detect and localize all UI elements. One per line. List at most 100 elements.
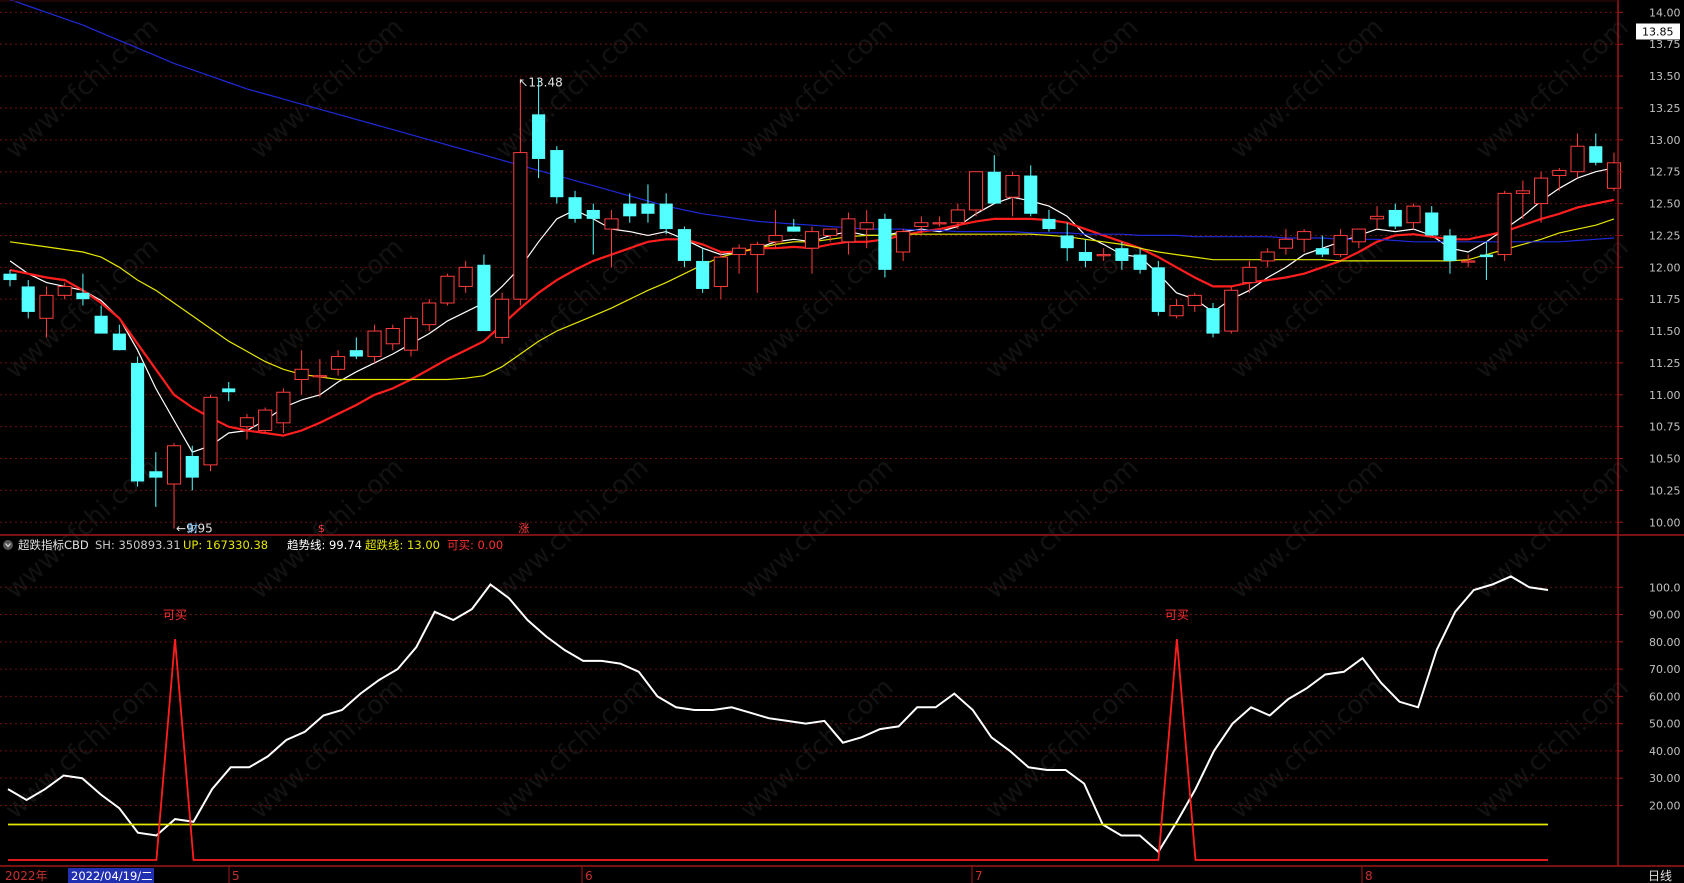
candle-body-up xyxy=(331,356,346,370)
candle-body-up xyxy=(950,209,965,224)
stock-chart[interactable]: www.cfchi.com www.cfchi.com www.cfchi.com w… xyxy=(0,0,1684,883)
candlestick[interactable] xyxy=(568,190,582,223)
watermark-text: www.cfchi.com xyxy=(1470,12,1635,165)
candle-body-down xyxy=(878,218,892,270)
candlestick[interactable] xyxy=(1552,167,1567,191)
candlestick[interactable] xyxy=(3,269,17,287)
candle-body-up xyxy=(1552,169,1567,177)
month-label: 5 xyxy=(232,869,240,883)
candlestick[interactable] xyxy=(1589,133,1603,166)
candlestick[interactable] xyxy=(458,260,473,293)
watermark-text: www.cfchi.com xyxy=(0,12,165,165)
candlestick[interactable] xyxy=(276,388,291,434)
candlestick[interactable] xyxy=(768,209,783,249)
candle-body-down xyxy=(477,264,491,332)
candlestick[interactable] xyxy=(1169,299,1184,319)
watermark-text: www.cfchi.com xyxy=(1225,452,1390,605)
candlestick[interactable] xyxy=(1406,203,1421,230)
candle-body-down xyxy=(1133,254,1147,270)
candlestick[interactable] xyxy=(878,213,892,278)
watermark-text: www.cfchi.com xyxy=(1225,672,1390,825)
candlestick[interactable] xyxy=(1060,222,1074,261)
candlestick[interactable] xyxy=(1260,248,1275,268)
candlestick[interactable] xyxy=(203,394,218,472)
watermark-text: www.cfchi.com xyxy=(735,452,900,605)
candlestick[interactable] xyxy=(1278,229,1293,255)
candlestick[interactable] xyxy=(222,382,236,402)
candlestick[interactable] xyxy=(1297,229,1312,253)
candle-body-up xyxy=(604,218,619,230)
candlestick[interactable] xyxy=(1242,260,1257,293)
candlestick[interactable] xyxy=(896,229,911,261)
candle-body-down xyxy=(1115,248,1129,261)
candlestick[interactable] xyxy=(804,226,820,274)
candlestick[interactable] xyxy=(1479,241,1493,281)
candlestick[interactable] xyxy=(696,248,710,293)
candle-body-up xyxy=(239,417,255,428)
candlestick[interactable] xyxy=(1187,292,1202,312)
candlestick[interactable] xyxy=(1388,203,1402,230)
candlestick[interactable] xyxy=(841,212,856,255)
collapse-icon[interactable] xyxy=(3,540,13,550)
candlestick[interactable] xyxy=(403,315,419,357)
candlestick[interactable] xyxy=(1425,206,1439,236)
candle-body-down xyxy=(1479,254,1493,258)
candlestick[interactable] xyxy=(1333,229,1348,258)
candlestick[interactable] xyxy=(968,171,984,217)
candlestick[interactable] xyxy=(932,216,947,227)
candlestick[interactable] xyxy=(1461,254,1476,268)
candle-body-down xyxy=(3,273,17,281)
candlestick[interactable] xyxy=(1369,206,1385,230)
candle-body-up xyxy=(166,445,182,485)
candlestick[interactable] xyxy=(367,324,382,363)
candlestick[interactable] xyxy=(495,292,510,344)
watermark-text: www.cfchi.com xyxy=(490,672,655,825)
candlestick[interactable] xyxy=(641,184,655,223)
candlestick[interactable] xyxy=(112,324,126,351)
candlestick[interactable] xyxy=(1534,171,1549,223)
indicator-tick-label: 50.00 xyxy=(1649,718,1681,731)
candle-body-up xyxy=(513,152,528,300)
candlestick[interactable] xyxy=(787,218,801,232)
candle-body-up xyxy=(1297,231,1312,240)
candlestick[interactable] xyxy=(1570,133,1585,179)
period-button[interactable]: 日线 xyxy=(1648,869,1672,883)
price-tick-label: 12.00 xyxy=(1649,261,1681,274)
candle-body-down xyxy=(1060,235,1074,249)
candlestick[interactable] xyxy=(1024,165,1038,217)
candlestick[interactable] xyxy=(586,203,600,255)
candlestick[interactable] xyxy=(659,193,673,235)
last-price-value: 13.85 xyxy=(1642,25,1674,38)
candle-body-down xyxy=(1589,146,1603,163)
candlestick[interactable] xyxy=(440,273,455,306)
candlestick[interactable] xyxy=(677,226,691,268)
candlestick[interactable] xyxy=(185,445,199,491)
candlestick[interactable] xyxy=(1151,260,1165,316)
candlestick[interactable] xyxy=(21,280,35,319)
candlestick[interactable] xyxy=(349,337,363,360)
candlestick[interactable] xyxy=(239,413,255,440)
candlestick[interactable] xyxy=(477,254,491,332)
candlestick[interactable] xyxy=(1224,286,1239,334)
candle-body-up xyxy=(1406,205,1421,224)
candle-body-up xyxy=(750,243,765,256)
candle-body-up xyxy=(1005,175,1020,198)
candlestick[interactable] xyxy=(166,443,182,529)
candle-body-up xyxy=(1278,238,1293,249)
candlestick[interactable] xyxy=(732,244,747,274)
candle-body-up xyxy=(823,228,838,236)
candlestick[interactable] xyxy=(331,350,346,376)
candlestick[interactable] xyxy=(294,350,309,395)
candlestick[interactable] xyxy=(713,252,728,300)
candlestick[interactable] xyxy=(1497,190,1512,261)
candlestick[interactable] xyxy=(131,356,145,487)
price-tick-label: 13.50 xyxy=(1649,70,1681,83)
candle-body-up xyxy=(1461,260,1476,263)
candlestick[interactable] xyxy=(385,324,400,351)
candlestick[interactable] xyxy=(1206,303,1220,338)
candlestick[interactable] xyxy=(1005,171,1020,217)
candlestick[interactable] xyxy=(258,407,273,434)
candlestick[interactable] xyxy=(1042,209,1056,232)
candlestick[interactable] xyxy=(550,146,564,204)
candlestick[interactable] xyxy=(422,299,437,332)
